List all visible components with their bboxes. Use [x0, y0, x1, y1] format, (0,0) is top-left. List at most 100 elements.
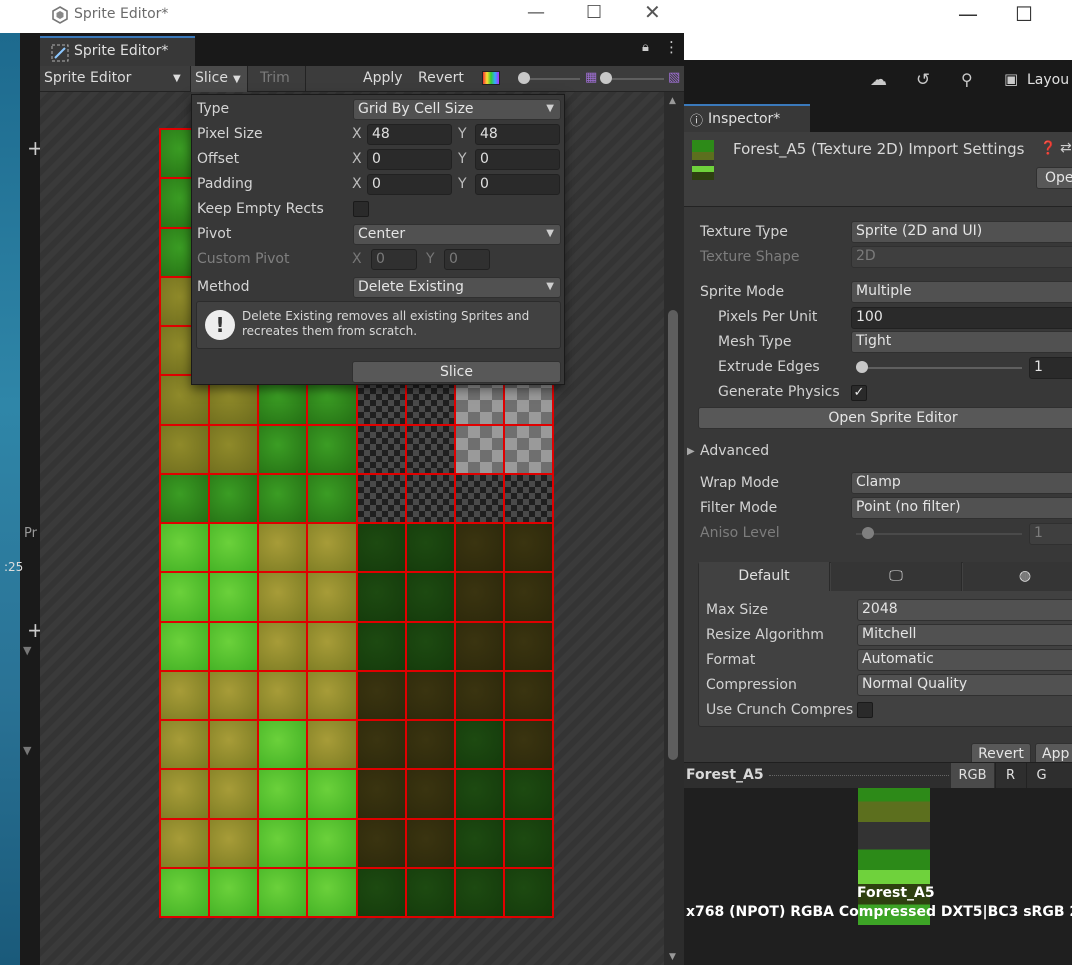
sprite-cell[interactable]	[503, 523, 553, 573]
sprite-cell[interactable]	[405, 769, 455, 819]
tab-default-platform[interactable]: Default	[699, 562, 830, 591]
mip-slider-track[interactable]	[606, 78, 664, 80]
sprite-cell[interactable]	[454, 621, 504, 671]
help-icon[interactable]: ❓	[1040, 141, 1056, 156]
sprite-cell[interactable]	[209, 572, 259, 622]
sprite-cell[interactable]	[405, 473, 455, 523]
slice-menu-button[interactable]: Slice ▼	[191, 66, 247, 92]
sprite-cell[interactable]	[258, 720, 308, 770]
sprite-cell[interactable]	[160, 572, 210, 622]
sprite-cell[interactable]	[307, 473, 357, 523]
sprite-cell[interactable]	[258, 818, 308, 868]
channel-g-button[interactable]: G	[1026, 763, 1056, 788]
channel-rgb-button[interactable]: RGB	[951, 763, 994, 788]
lock-icon[interactable]: 🔒︎	[642, 40, 649, 55]
sprite-cell[interactable]	[503, 720, 553, 770]
sprite-cell[interactable]	[405, 424, 455, 474]
pixel-size-y-field[interactable]: 48	[475, 124, 560, 145]
sprite-cell[interactable]	[258, 769, 308, 819]
sprite-cell[interactable]	[160, 473, 210, 523]
texture-type-dropdown[interactable]: Sprite (2D and UI)	[851, 221, 1072, 243]
sprite-cell[interactable]	[160, 769, 210, 819]
sprite-cell[interactable]	[209, 621, 259, 671]
sprite-cell[interactable]	[405, 670, 455, 720]
apply-button[interactable]: Apply	[363, 70, 403, 86]
pixel-size-x-field[interactable]: 48	[367, 124, 452, 145]
sprite-cell[interactable]	[258, 424, 308, 474]
tab-standalone-platform[interactable]: 🖵	[831, 562, 962, 591]
layout-icon[interactable]: ▣	[1004, 70, 1018, 88]
slice-button[interactable]: Slice	[352, 361, 561, 383]
sprite-cell[interactable]	[356, 818, 406, 868]
offset-x-field[interactable]: 0	[367, 149, 452, 170]
generate-physics-checkbox[interactable]: ✓	[851, 385, 867, 401]
sprite-cell[interactable]	[405, 572, 455, 622]
sprite-cell[interactable]	[258, 473, 308, 523]
padding-x-field[interactable]: 0	[367, 174, 452, 195]
filter-mode-dropdown[interactable]: Point (no filter)	[851, 497, 1072, 519]
scroll-up-icon[interactable]: ▲	[669, 96, 676, 106]
mip-slider-knob[interactable]	[600, 72, 612, 84]
close-icon[interactable]: ✕	[644, 0, 661, 24]
sprite-cell[interactable]	[503, 572, 553, 622]
format-dropdown[interactable]: Automatic	[857, 649, 1072, 671]
mesh-type-dropdown[interactable]: Tight	[851, 331, 1072, 353]
foldout-arrow-icon[interactable]: ▶	[687, 446, 695, 457]
sprite-cell[interactable]	[160, 621, 210, 671]
advanced-foldout[interactable]: Advanced	[700, 443, 769, 459]
sprite-cell[interactable]	[503, 424, 553, 474]
sprite-mode-dropdown[interactable]: Multiple	[851, 281, 1072, 303]
sprite-cell[interactable]	[356, 621, 406, 671]
sprite-cell[interactable]	[454, 769, 504, 819]
mode-dropdown[interactable]: Sprite Editor	[44, 70, 131, 86]
sprite-cell[interactable]	[209, 769, 259, 819]
tab-inspector[interactable]: ⓘ Inspector*	[684, 104, 810, 132]
sprite-cell[interactable]	[405, 621, 455, 671]
tab-sprite-editor[interactable]: Sprite Editor*	[40, 36, 195, 66]
keep-empty-rects-checkbox[interactable]	[353, 201, 369, 217]
color-channels-icon[interactable]	[482, 71, 500, 85]
sprite-cell[interactable]	[160, 818, 210, 868]
sprite-cell[interactable]	[356, 769, 406, 819]
sprite-cell[interactable]	[307, 818, 357, 868]
sprite-cell[interactable]	[209, 424, 259, 474]
settings-icon[interactable]: ⇄	[1060, 140, 1072, 156]
scroll-down-icon[interactable]: ▼	[669, 952, 676, 962]
sprite-cell[interactable]	[454, 523, 504, 573]
sprite-cell[interactable]	[405, 818, 455, 868]
sprite-cell[interactable]	[307, 769, 357, 819]
sprite-cell[interactable]	[454, 670, 504, 720]
extrude-slider-knob[interactable]	[856, 361, 868, 373]
sprite-cell[interactable]	[160, 424, 210, 474]
pivot-dropdown[interactable]: Center ▼	[353, 224, 561, 245]
sprite-cell[interactable]	[307, 572, 357, 622]
sprite-cell[interactable]	[503, 473, 553, 523]
open-sprite-editor-button[interactable]: Open Sprite Editor	[698, 407, 1072, 429]
sprite-cell[interactable]	[356, 670, 406, 720]
foldout-arrow-icon-2[interactable]: ▼	[23, 744, 31, 757]
type-dropdown[interactable]: Grid By Cell Size ▼	[353, 99, 561, 120]
sprite-cell[interactable]	[405, 720, 455, 770]
resize-algorithm-dropdown[interactable]: Mitchell	[857, 624, 1072, 646]
sprite-cell[interactable]	[454, 572, 504, 622]
sprite-cell[interactable]	[209, 670, 259, 720]
sprite-cell[interactable]	[258, 621, 308, 671]
minimize-icon[interactable]: —	[958, 2, 978, 26]
padding-y-field[interactable]: 0	[475, 174, 560, 195]
more-options-icon[interactable]: ⋮	[664, 38, 679, 56]
tab-webgl-platform[interactable]: ◍	[963, 562, 1072, 591]
sprite-cell[interactable]	[258, 523, 308, 573]
sprite-cell[interactable]	[160, 720, 210, 770]
extrude-slider-track[interactable]	[856, 367, 1022, 369]
sprite-cell[interactable]	[356, 867, 406, 917]
sprite-cell[interactable]	[503, 769, 553, 819]
sprite-cell[interactable]	[307, 523, 357, 573]
max-size-dropdown[interactable]: 2048	[857, 599, 1072, 621]
sprite-cell[interactable]	[307, 424, 357, 474]
sprite-cell[interactable]	[503, 867, 553, 917]
sprite-cell[interactable]	[307, 867, 357, 917]
sprite-cell[interactable]	[454, 867, 504, 917]
sprite-cell[interactable]	[307, 621, 357, 671]
sprite-cell[interactable]	[160, 670, 210, 720]
zoom-slider-knob[interactable]	[518, 72, 530, 84]
